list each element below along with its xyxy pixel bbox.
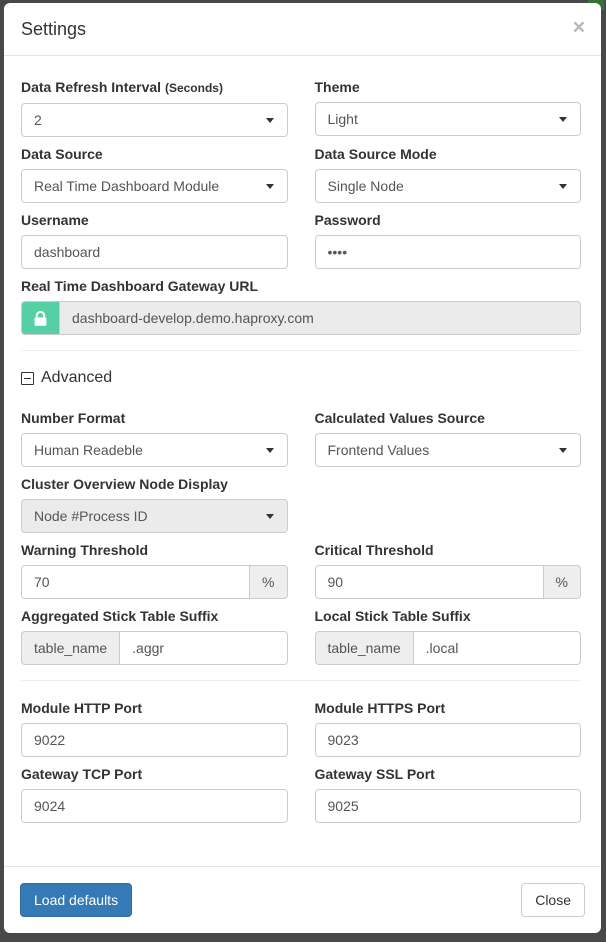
caret-down-icon bbox=[559, 448, 567, 453]
password-label: Password bbox=[315, 211, 582, 229]
caret-down-icon bbox=[559, 117, 567, 122]
module-http-port-input[interactable] bbox=[21, 723, 288, 757]
calculated-values-source-select[interactable]: Frontend Values bbox=[315, 433, 582, 467]
data-source-mode-group: Data Source Mode Single Node bbox=[315, 145, 582, 203]
username-group: Username bbox=[21, 211, 288, 269]
local-suffix-group: Local Stick Table Suffix table_name bbox=[315, 607, 582, 665]
data-source-mode-label: Data Source Mode bbox=[315, 145, 582, 163]
refresh-interval-label: Data Refresh Interval (Seconds) bbox=[21, 78, 288, 97]
caret-down-icon bbox=[266, 448, 274, 453]
lock-addon bbox=[21, 301, 59, 335]
module-https-port-group: Module HTTPS Port bbox=[315, 699, 582, 757]
close-icon[interactable]: × bbox=[573, 18, 585, 38]
section-divider bbox=[21, 680, 581, 681]
modal-footer: Load defaults Close bbox=[4, 866, 601, 933]
table-name-addon: table_name bbox=[315, 631, 413, 665]
warning-threshold-input[interactable] bbox=[21, 565, 250, 599]
section-divider bbox=[21, 350, 581, 351]
refresh-interval-group: Data Refresh Interval (Seconds) 2 bbox=[21, 78, 288, 137]
gateway-tcp-port-input[interactable] bbox=[21, 789, 288, 823]
caret-down-icon bbox=[266, 118, 274, 123]
cluster-overview-node-display-select: Node #Process ID bbox=[21, 499, 288, 533]
refresh-interval-unit-note: (Seconds) bbox=[165, 81, 223, 95]
number-format-group: Number Format Human Readeble bbox=[21, 409, 288, 467]
refresh-interval-select[interactable]: 2 bbox=[21, 103, 288, 137]
number-format-select[interactable]: Human Readeble bbox=[21, 433, 288, 467]
critical-threshold-group: Critical Threshold % bbox=[315, 541, 582, 599]
caret-down-icon bbox=[266, 184, 274, 189]
calculated-values-source-label: Calculated Values Source bbox=[315, 409, 582, 427]
gateway-url-label: Real Time Dashboard Gateway URL bbox=[21, 277, 581, 295]
modal-title: Settings bbox=[21, 18, 86, 41]
lock-icon bbox=[33, 310, 48, 327]
module-http-port-label: Module HTTP Port bbox=[21, 699, 288, 717]
username-input[interactable] bbox=[21, 235, 288, 269]
table-name-addon: table_name bbox=[21, 631, 119, 665]
theme-group: Theme Light bbox=[315, 78, 582, 137]
modal-body: Data Refresh Interval (Seconds) 2 Theme … bbox=[4, 56, 601, 866]
settings-modal: Settings × Data Refresh Interval (Second… bbox=[4, 3, 601, 933]
critical-threshold-label: Critical Threshold bbox=[315, 541, 582, 559]
data-source-label: Data Source bbox=[21, 145, 288, 163]
caret-down-icon bbox=[266, 514, 274, 519]
advanced-toggle[interactable]: Advanced bbox=[21, 369, 112, 387]
gateway-url-group: Real Time Dashboard Gateway URL bbox=[21, 277, 581, 335]
gateway-ssl-port-group: Gateway SSL Port bbox=[315, 765, 582, 823]
percent-addon: % bbox=[544, 565, 581, 599]
aggregated-suffix-input[interactable] bbox=[119, 631, 287, 665]
gateway-url-input bbox=[59, 301, 581, 335]
caret-down-icon bbox=[559, 184, 567, 189]
module-https-port-input[interactable] bbox=[315, 723, 582, 757]
local-suffix-label: Local Stick Table Suffix bbox=[315, 607, 582, 625]
modal-header: Settings × bbox=[4, 3, 601, 56]
data-source-group: Data Source Real Time Dashboard Module bbox=[21, 145, 288, 203]
data-source-mode-select[interactable]: Single Node bbox=[315, 169, 582, 203]
module-https-port-label: Module HTTPS Port bbox=[315, 699, 582, 717]
calculated-values-source-group: Calculated Values Source Frontend Values bbox=[315, 409, 582, 467]
password-group: Password bbox=[315, 211, 582, 269]
cluster-overview-node-display-label: Cluster Overview Node Display bbox=[21, 475, 288, 493]
collapse-minus-icon bbox=[21, 372, 34, 385]
password-input[interactable] bbox=[315, 235, 582, 269]
cluster-overview-node-display-group: Cluster Overview Node Display Node #Proc… bbox=[21, 475, 288, 533]
gateway-tcp-port-group: Gateway TCP Port bbox=[21, 765, 288, 823]
number-format-label: Number Format bbox=[21, 409, 288, 427]
advanced-toggle-label: Advanced bbox=[41, 369, 112, 387]
warning-threshold-group: Warning Threshold % bbox=[21, 541, 288, 599]
theme-label: Theme bbox=[315, 78, 582, 96]
username-label: Username bbox=[21, 211, 288, 229]
data-source-select[interactable]: Real Time Dashboard Module bbox=[21, 169, 288, 203]
load-defaults-button[interactable]: Load defaults bbox=[20, 883, 132, 917]
percent-addon: % bbox=[250, 565, 287, 599]
gateway-tcp-port-label: Gateway TCP Port bbox=[21, 765, 288, 783]
close-button[interactable]: Close bbox=[521, 883, 585, 917]
aggregated-suffix-group: Aggregated Stick Table Suffix table_name bbox=[21, 607, 288, 665]
module-http-port-group: Module HTTP Port bbox=[21, 699, 288, 757]
gateway-ssl-port-input[interactable] bbox=[315, 789, 582, 823]
local-suffix-input[interactable] bbox=[413, 631, 581, 665]
aggregated-suffix-label: Aggregated Stick Table Suffix bbox=[21, 607, 288, 625]
gateway-ssl-port-label: Gateway SSL Port bbox=[315, 765, 582, 783]
critical-threshold-input[interactable] bbox=[315, 565, 544, 599]
theme-select[interactable]: Light bbox=[315, 102, 582, 136]
warning-threshold-label: Warning Threshold bbox=[21, 541, 288, 559]
